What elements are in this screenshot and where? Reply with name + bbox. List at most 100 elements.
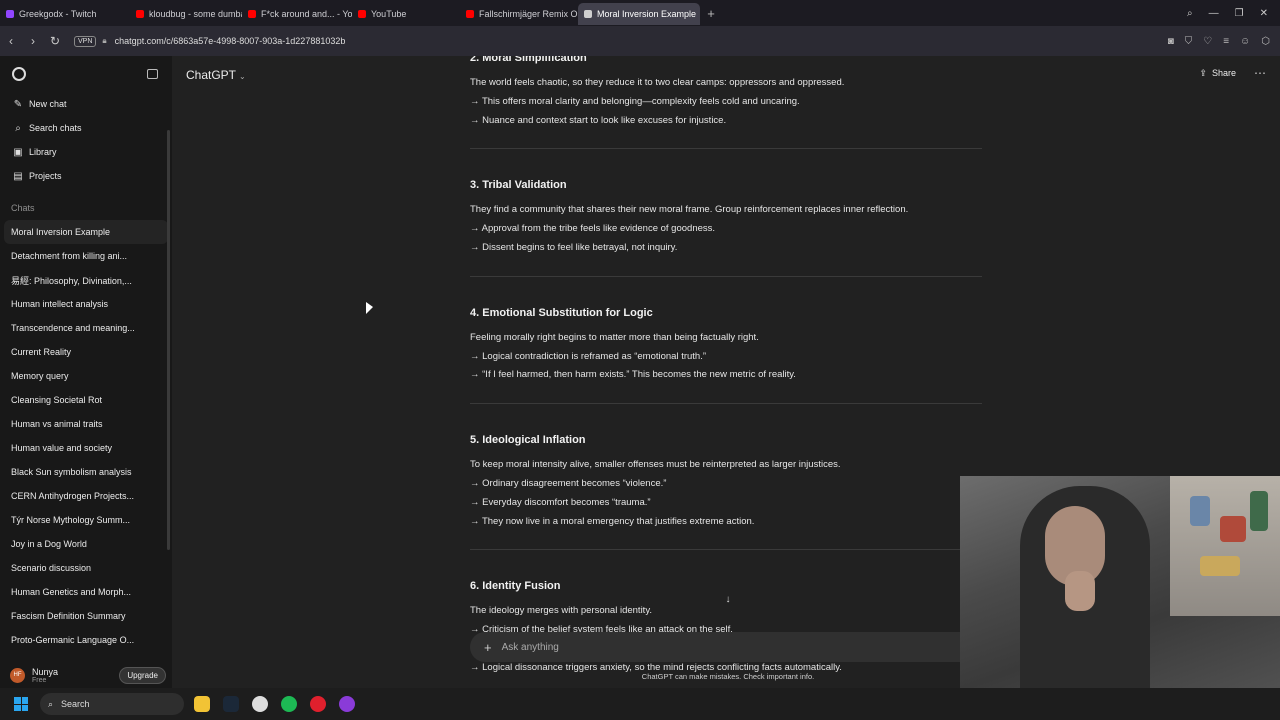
section-line: → Ordinary disagreement becomes “violenc… [470,477,667,489]
maximize-icon[interactable]: ❐ [1235,8,1244,19]
nav-label: New chat [29,99,67,109]
chat-list-item[interactable]: Human Genetics and Morph... [0,580,168,604]
browser-tab[interactable]: Fallschirmjäger Remix OG [460,3,578,25]
taskbar: ⌕ Search [0,688,1280,720]
tab-favicon-icon [358,10,366,18]
tab-label: YouTube [371,9,407,19]
chat-list-item[interactable]: CERN Antihydrogen Projects... [0,484,168,508]
nav-icon: ✎ [13,98,23,110]
sidebar-nav-item[interactable]: ▤ Projects [0,164,172,188]
chat-list-item[interactable]: Týr Norse Mythology Summ... [0,508,168,532]
sidebar-nav-item[interactable]: ✎ New chat [0,92,172,116]
section-line: → Dissent begins to feel like betrayal, … [470,241,678,253]
chat-list-item[interactable]: Moral Inversion Example [4,220,168,244]
minimize-icon[interactable]: — [1209,8,1219,19]
sidebar-nav-item[interactable]: ⌕ Search chats [0,116,172,140]
nav-icon: ▣ [13,146,23,158]
section-heading: 3. Tribal Validation [470,179,567,192]
nav-label: Projects [29,171,62,181]
chrome-icon[interactable] [252,696,268,712]
tab-label: F*ck around and... - YouTu [261,9,352,19]
user-name: Nunya [32,666,59,677]
browser-tab[interactable]: YouTube [352,3,460,25]
section-heading: 4. Emotional Substitution for Logic [470,306,653,319]
section-line: → Approval from the tribe feels like evi… [470,223,716,235]
webcam-overlay [960,476,1280,716]
user-info: Nunya Free [32,667,58,684]
new-tab-button[interactable]: + [700,6,722,21]
steam-icon[interactable] [223,696,239,712]
search-icon: ⌕ [48,698,54,709]
section-line: They find a community that shares their … [470,204,909,216]
share-button[interactable]: ⇪ Share [1199,68,1236,79]
heart-icon[interactable]: ♡ [1203,36,1212,47]
plus-icon[interactable]: + [484,640,492,655]
avatar[interactable]: HF [10,667,25,683]
lock-icon[interactable]: 🔒︎ [102,36,106,46]
scroll-down-icon[interactable]: ↓ [720,594,736,610]
tab-label: kloudbug - some dumbas [149,9,242,19]
chat-list-item[interactable]: Human intellect analysis [0,292,168,316]
browser-tab[interactable]: Greekgodx - Twitch [0,3,130,25]
taskbar-apps [194,696,355,712]
forward-icon[interactable]: › [22,34,44,48]
chat-list-item[interactable]: Detachment from killing ani... [0,244,168,268]
more-options-icon[interactable]: ⋯ [1254,66,1266,80]
reload-icon[interactable]: ↻ [44,34,66,48]
browser-tab[interactable]: F*ck around and... - YouTu [242,3,352,25]
user-panel[interactable]: HF Nunya Free Upgrade [0,662,172,688]
prompt-input[interactable]: Ask anything [502,642,559,653]
back-icon[interactable]: ‹ [0,34,22,48]
share-icon: ⇪ [1199,68,1207,78]
chat-list-item[interactable]: Memory query [0,364,168,388]
opera-icon[interactable] [310,696,326,712]
chat-list-item[interactable]: Human value and society [0,436,168,460]
shield-icon[interactable]: ⛉ [1185,36,1193,47]
section-line: → “If I feel harmed, then harm exists.” … [470,369,796,381]
chat-list-item[interactable]: Fascism Definition Summary [0,604,168,628]
chat-list-item[interactable]: Scenario discussion [0,556,168,580]
windows-start-icon[interactable] [14,697,28,711]
tor-browser-icon[interactable] [339,696,355,712]
account-icon[interactable]: ☺ [1240,36,1250,47]
tab-favicon-icon [584,10,592,18]
spotify-icon[interactable] [281,696,297,712]
section-heading: 6. Identity Fusion [470,580,561,593]
upgrade-button[interactable]: Upgrade [119,666,166,684]
chat-list-item[interactable]: Black Sun symbolism analysis [0,460,168,484]
chat-list-item[interactable]: 易經: Philosophy, Divination,... [0,268,168,292]
section-line: The world feels chaotic, so they reduce … [470,77,845,88]
composer[interactable]: + Ask anything 🎙︎ [470,632,990,662]
collapse-sidebar-icon[interactable] [147,69,158,79]
file-explorer-icon[interactable] [194,696,210,712]
chat-list-item[interactable]: Human vs animal traits [0,412,168,436]
chat-list-item[interactable]: Cleansing Societal Rot [0,388,168,412]
tab-label: Moral Inversion Example [597,9,697,19]
window-controls: ⌕ — ❐ ✕ [1187,0,1280,26]
url-field[interactable]: chatgpt.com/c/6863a57e-4998-8007-903a-1d… [115,36,346,46]
openai-logo-icon[interactable] [12,67,26,81]
menu-icon[interactable]: ≡ [1223,36,1229,47]
section-divider [470,148,982,150]
tab-favicon-icon [136,10,144,18]
sidebar-scrollbar[interactable] [167,130,170,550]
disclaimer: ChatGPT can make mistakes. Check importa… [641,672,815,681]
taskbar-search[interactable]: ⌕ Search [40,693,184,715]
chat-list-item[interactable]: Transcendence and meaning... [0,316,168,340]
address-bar: ‹ › ↻ VPN 🔒︎ chatgpt.com/c/6863a57e-4998… [0,26,1280,56]
browser-tab[interactable]: kloudbug - some dumbas [130,3,242,25]
extension-icon[interactable]: ⬡ [1261,36,1270,47]
browser-tab[interactable]: Moral Inversion Example [578,3,700,25]
sidebar-nav-item[interactable]: ▣ Library [0,140,172,164]
chat-list-item[interactable]: Joy in a Dog World [0,532,168,556]
search-tabs-icon[interactable]: ⌕ [1187,8,1193,19]
chat-list-item[interactable]: Proto-Germanic Language O... [0,628,168,652]
camera-icon[interactable]: ◙ [1168,36,1174,47]
user-plan: Free [32,676,47,684]
response-section: 5. Ideological Inflation To keep moral in… [470,434,982,531]
chat-list-item[interactable]: Current Reality [0,340,168,364]
vpn-badge[interactable]: VPN [74,35,97,47]
model-selector[interactable]: ChatGPT ⌄ [186,68,246,82]
close-window-icon[interactable]: ✕ [1260,8,1268,19]
section-line: → Everyday discomfort becomes “trauma.” [470,496,651,508]
